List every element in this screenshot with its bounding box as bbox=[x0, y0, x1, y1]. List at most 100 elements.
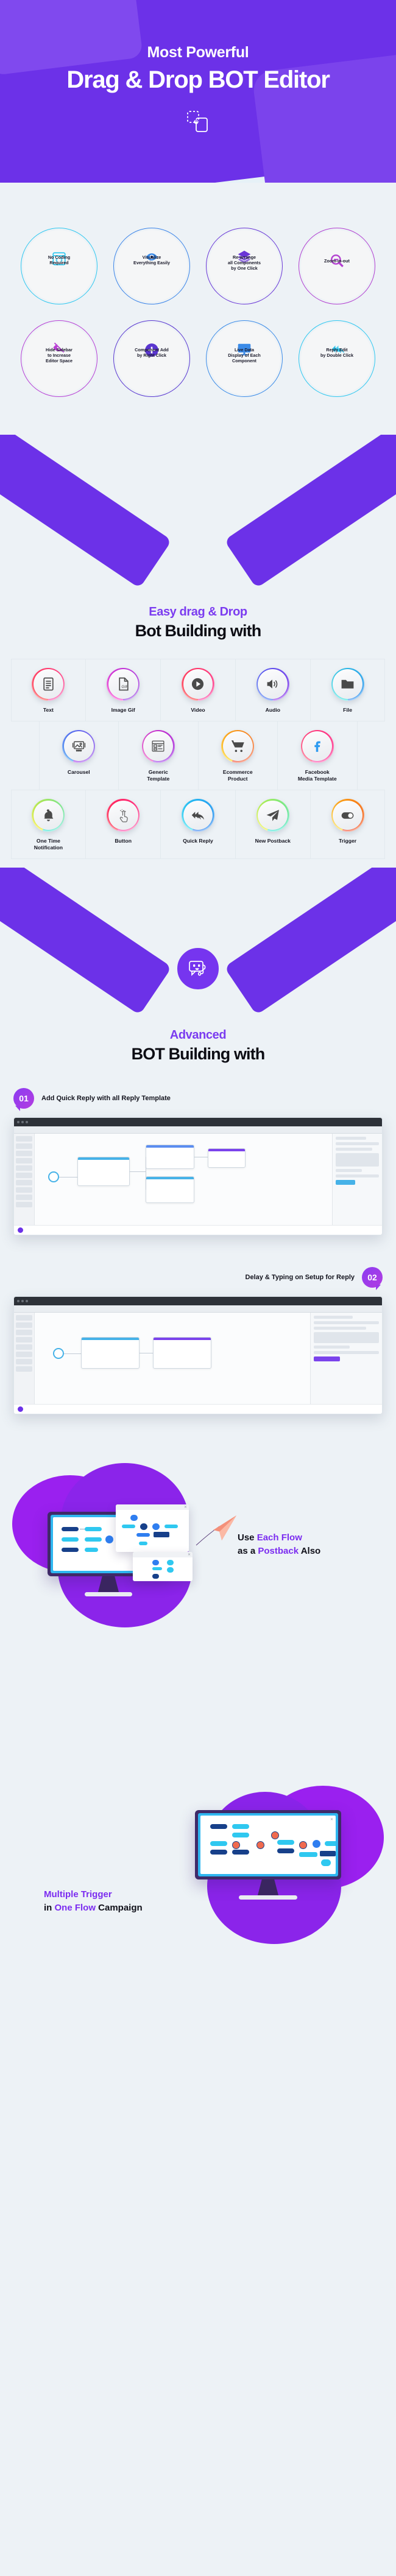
flow-window: ✕ bbox=[200, 1815, 336, 1874]
component-one-time-notification[interactable]: One Time Notification bbox=[10, 790, 87, 860]
component-facebook-media-template[interactable]: Facebook Media Template bbox=[277, 720, 358, 791]
sidebar-button[interactable] bbox=[16, 1336, 32, 1342]
component-trigger[interactable]: Trigger bbox=[309, 790, 386, 860]
document-text-icon bbox=[43, 677, 54, 691]
sidebar-button[interactable] bbox=[16, 1157, 32, 1163]
property-row bbox=[336, 1179, 355, 1185]
component-carousel[interactable]: Carousel bbox=[38, 720, 119, 791]
flow-canvas[interactable] bbox=[35, 1133, 332, 1225]
component-label: File bbox=[343, 706, 352, 713]
sidebar-button[interactable] bbox=[16, 1135, 32, 1142]
chevron-band-mid bbox=[0, 867, 396, 1020]
monitor-illustration: ✕ bbox=[195, 1809, 341, 1900]
flow-node[interactable] bbox=[77, 1156, 130, 1186]
sidebar-button[interactable] bbox=[16, 1366, 32, 1372]
component-label: Ecommerce Product bbox=[222, 768, 253, 782]
feature-no-coding[interactable]: No Coding Required bbox=[17, 228, 101, 304]
window-dot bbox=[26, 1299, 28, 1302]
features-row-2: Hide Sidebar to Increase Editor Space Comp… bbox=[17, 320, 379, 397]
sidebar-button[interactable] bbox=[16, 1329, 32, 1335]
window-dot bbox=[26, 1120, 28, 1123]
feature-live-data[interactable]: Live Data Display of Each Component bbox=[202, 320, 286, 397]
sidebar-button[interactable] bbox=[16, 1358, 32, 1364]
component-file[interactable]: File bbox=[309, 658, 386, 721]
feature-rearrange[interactable]: Re-arrange all Components by One Click bbox=[202, 228, 286, 304]
feature-label: Re-arrange all Components by One Click bbox=[228, 254, 261, 272]
window-dot bbox=[21, 1299, 24, 1302]
monitor-screen: ✕ bbox=[198, 1813, 338, 1876]
sidebar-button[interactable] bbox=[16, 1165, 32, 1171]
feature-reply-edit[interactable]: Reply Edit by Double Click bbox=[295, 320, 379, 397]
component-quick-reply[interactable]: Quick Reply bbox=[160, 790, 236, 860]
component-audio[interactable]: Audio bbox=[235, 658, 311, 721]
editor-screenshot-02[interactable] bbox=[13, 1296, 383, 1414]
sidebar-button[interactable] bbox=[16, 1143, 32, 1149]
promo-line-part: One Flow bbox=[54, 1902, 96, 1913]
component-video[interactable]: Video bbox=[160, 658, 236, 721]
node-header bbox=[146, 1176, 194, 1179]
window-dot bbox=[21, 1120, 24, 1123]
feature-component-add[interactable]: Component Add by Right Click bbox=[110, 320, 194, 397]
generic-template-icon bbox=[152, 740, 164, 752]
component-ecommerce-product[interactable]: Ecommerce Product bbox=[197, 720, 278, 791]
flow-node[interactable] bbox=[81, 1336, 140, 1369]
node-header bbox=[146, 1145, 194, 1148]
chatbot-icon bbox=[189, 961, 206, 976]
sidebar-button[interactable] bbox=[16, 1344, 32, 1350]
component-label: Generic Template bbox=[147, 768, 170, 782]
flow-node[interactable] bbox=[146, 1144, 194, 1169]
editor-sidebar[interactable] bbox=[14, 1133, 35, 1225]
gif-file-icon: GIF bbox=[119, 677, 128, 691]
toolbar bbox=[14, 1305, 382, 1313]
property-row bbox=[336, 1147, 373, 1151]
feature-zoom[interactable]: Zoom-in-out bbox=[295, 228, 379, 304]
facebook-icon bbox=[314, 741, 321, 753]
sidebar-button[interactable] bbox=[16, 1187, 32, 1193]
hero-subtitle: Most Powerful bbox=[147, 44, 249, 61]
sidebar-button[interactable] bbox=[16, 1314, 32, 1321]
property-row bbox=[336, 1174, 379, 1177]
editor-screenshot-01[interactable] bbox=[13, 1117, 383, 1235]
sidebar-button[interactable] bbox=[16, 1194, 32, 1200]
feature-hide-sidebar[interactable]: Hide Sidebar to Increase Editor Space bbox=[17, 320, 101, 397]
flow-node[interactable] bbox=[153, 1336, 211, 1369]
sidebar-button[interactable] bbox=[16, 1172, 32, 1178]
flow-node[interactable] bbox=[146, 1176, 194, 1203]
sidebar-button[interactable] bbox=[16, 1201, 32, 1207]
sidebar-button[interactable] bbox=[16, 1150, 32, 1156]
component-generic-template[interactable]: Generic Template bbox=[118, 720, 199, 791]
properties-panel[interactable] bbox=[310, 1312, 382, 1404]
window-dot bbox=[17, 1120, 19, 1123]
flow-start-node[interactable] bbox=[48, 1171, 59, 1182]
play-circle-icon bbox=[192, 678, 204, 690]
component-new-postback[interactable]: New Postback bbox=[235, 790, 311, 860]
feature-visualize[interactable]: Visualize Everything Easily bbox=[110, 228, 194, 304]
speaker-icon bbox=[267, 679, 278, 689]
zoom-control[interactable] bbox=[18, 1227, 23, 1233]
editor-footer bbox=[14, 1224, 382, 1235]
chatbot-badge bbox=[175, 945, 221, 992]
component-grid: Text GIF Image Gif Video Audio File Caro… bbox=[0, 640, 396, 860]
component-label: Facebook Media Template bbox=[297, 768, 337, 782]
editor-sidebar[interactable] bbox=[14, 1312, 35, 1404]
component-button[interactable]: Button bbox=[85, 790, 161, 860]
flow-link bbox=[64, 1353, 81, 1354]
sidebar-button[interactable] bbox=[16, 1179, 32, 1185]
step-number-badge: 01 bbox=[13, 1087, 34, 1111]
component-row-3: One Time Notification Button Quick Reply… bbox=[10, 790, 386, 860]
component-text[interactable]: Text bbox=[10, 658, 87, 721]
properties-panel[interactable] bbox=[332, 1133, 382, 1225]
floating-window-bottom: ✕ bbox=[133, 1551, 193, 1581]
flow-canvas[interactable] bbox=[35, 1312, 310, 1404]
zoom-control[interactable] bbox=[18, 1406, 23, 1412]
step-01-header: 01 Add Quick Reply with all Reply Templa… bbox=[13, 1087, 383, 1111]
monitor-base bbox=[239, 1895, 297, 1900]
sidebar-button[interactable] bbox=[16, 1322, 32, 1328]
flow-start-node[interactable] bbox=[53, 1347, 64, 1359]
sidebar-button[interactable] bbox=[16, 1351, 32, 1357]
component-image-gif[interactable]: GIF Image Gif bbox=[85, 658, 161, 721]
flow-node[interactable] bbox=[208, 1148, 246, 1168]
shopping-cart-icon bbox=[231, 740, 244, 753]
node-header bbox=[208, 1148, 245, 1151]
property-row bbox=[314, 1356, 340, 1361]
